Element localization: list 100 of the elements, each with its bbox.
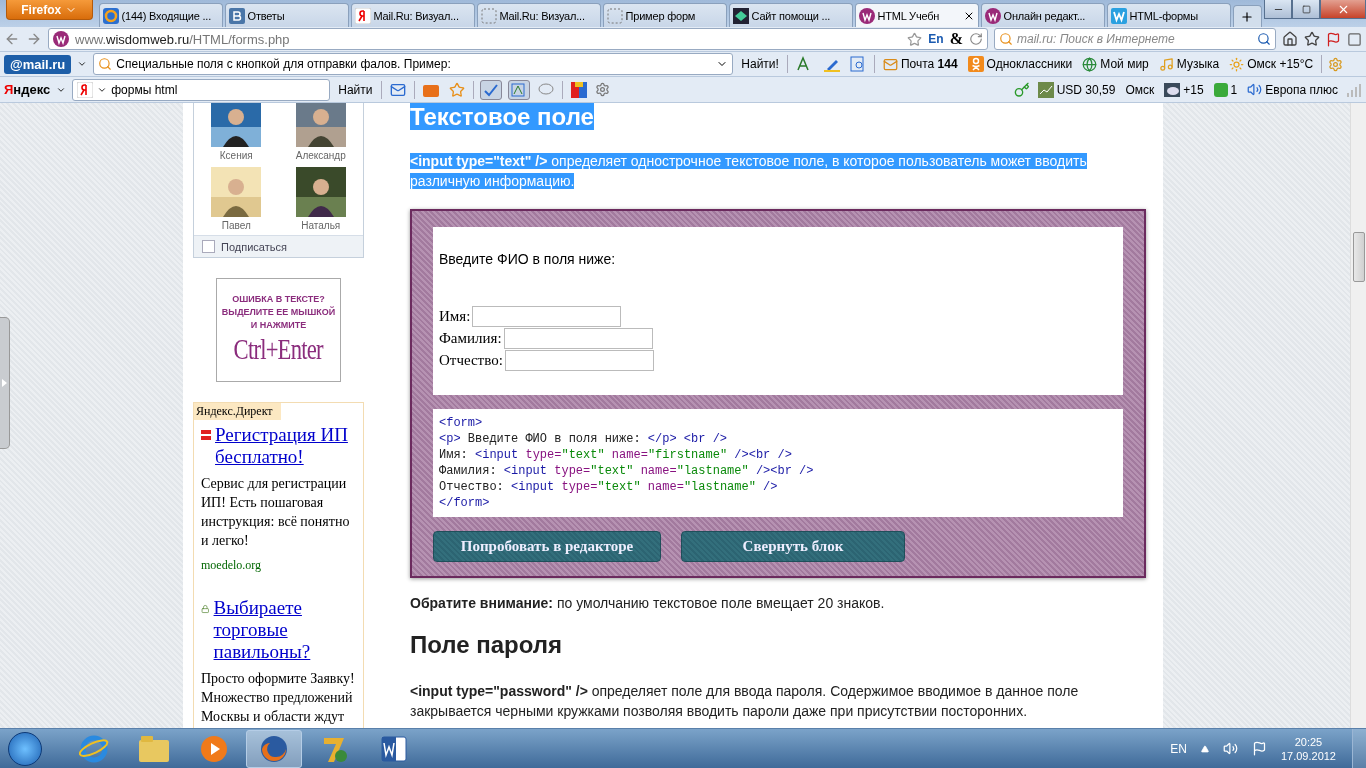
site-logo-icon bbox=[732, 7, 749, 24]
ad-link[interactable]: Выбираете торговые павильоны? bbox=[213, 597, 357, 663]
mail-search-field[interactable]: Специальные поля с кнопкой для отправки фалов. Пример: bbox=[93, 53, 734, 75]
toolbar-widget[interactable]: 1 bbox=[1211, 82, 1240, 97]
reload-icon[interactable] bbox=[969, 32, 983, 46]
toolbar-widget[interactable]: Европа плюс bbox=[1245, 82, 1340, 97]
yandex-search-field[interactable]: формы html bbox=[72, 78, 331, 101]
browser-tab[interactable]: HTML Учебн bbox=[854, 3, 979, 27]
minimize-button[interactable] bbox=[1264, 0, 1293, 19]
word-logo-icon bbox=[379, 733, 409, 764]
network-flag-icon[interactable] bbox=[1251, 741, 1267, 756]
find-button[interactable]: Найти bbox=[336, 82, 375, 97]
note-paragraph: Обратите внимание: по умолчанию текстовое поле вмещает 20 знаков. bbox=[410, 594, 886, 613]
code-line: Имя: <input type="text" name="firstname" /><br /> bbox=[439, 447, 793, 463]
settings-icon[interactable] bbox=[1328, 56, 1344, 72]
checkbox[interactable] bbox=[202, 240, 215, 253]
envelope-icon bbox=[882, 56, 898, 72]
show-desktop-button[interactable] bbox=[1352, 728, 1366, 768]
start-button[interactable] bbox=[8, 731, 42, 766]
find-button[interactable]: Найти! bbox=[739, 57, 781, 71]
friend-name[interactable]: Наталья bbox=[301, 220, 341, 231]
new-tab-button[interactable] bbox=[1232, 5, 1263, 27]
section-heading: Текстовое поле bbox=[410, 103, 594, 130]
comment-button[interactable] bbox=[535, 82, 556, 97]
ad-block-label: Яндекс.Директ bbox=[194, 403, 281, 420]
message-icon bbox=[1213, 82, 1228, 97]
dropdown-icon[interactable] bbox=[77, 59, 88, 69]
clock[interactable]: 20:25 17.09.2012 bbox=[1280, 734, 1336, 763]
volume-icon[interactable] bbox=[1222, 741, 1238, 756]
toolbar-link[interactable]: Музыка bbox=[1156, 56, 1222, 72]
ad-link[interactable]: Регистрация ИП бесплатно! bbox=[215, 424, 357, 468]
text-field[interactable] bbox=[503, 327, 653, 349]
error-report-banner[interactable]: ОШИБКА В ТЕКСТЕ? ВЫДЕЛИТЕ ЕЕ МЫШКОЙ И НАЖМИТЕ Ctrl+Enter bbox=[216, 278, 341, 382]
search-field[interactable]: mail.ru: Поиск в Интернете bbox=[994, 28, 1276, 50]
addon-icon[interactable] bbox=[1347, 31, 1362, 47]
forward-icon[interactable] bbox=[26, 31, 42, 47]
close-button[interactable] bbox=[1320, 0, 1366, 19]
wisdom-logo-icon bbox=[984, 7, 1001, 24]
example-button[interactable]: Свернуть блок bbox=[681, 531, 905, 562]
toolbar-link[interactable]: Одноклассники bbox=[965, 56, 1075, 72]
toolbar-link[interactable]: Омск +15°C bbox=[1227, 56, 1316, 72]
bookmark-star-icon[interactable] bbox=[907, 31, 923, 47]
play-icon bbox=[200, 734, 228, 763]
browser-tab[interactable]: Пример форм bbox=[602, 3, 727, 27]
friend-name[interactable]: Павел bbox=[221, 220, 251, 231]
banner-text: И НАЖМИТЕ bbox=[250, 320, 307, 330]
ad-domain[interactable]: moedelo.org bbox=[201, 558, 357, 573]
bookmarks-icon[interactable] bbox=[1304, 31, 1320, 47]
ad-text: Сервис для регистрации ИП! Есть пошаговая инструкция: всё понятно и легко! bbox=[201, 475, 351, 550]
maximize-icon bbox=[1301, 4, 1311, 14]
browser-tab[interactable]: Ответы bbox=[224, 3, 349, 27]
example-button[interactable]: Попробовать в редакторе bbox=[433, 531, 661, 562]
sun-icon bbox=[1229, 56, 1245, 72]
home-icon[interactable] bbox=[1282, 31, 1298, 47]
browser-tab[interactable]: Сайт помощи ... bbox=[728, 3, 853, 27]
addon-button[interactable]: & bbox=[949, 30, 963, 48]
sidebar-handle[interactable] bbox=[0, 317, 10, 449]
language-indicator[interactable]: EN bbox=[1170, 741, 1187, 756]
language-button[interactable]: En bbox=[928, 32, 944, 46]
back-icon[interactable] bbox=[4, 31, 20, 47]
field-label: Отчество: bbox=[439, 351, 503, 369]
speaker-icon bbox=[1247, 82, 1263, 97]
cube-button[interactable] bbox=[568, 81, 589, 98]
address-field[interactable]: www.wisdomweb.ru/HTML/forms.php En & bbox=[48, 28, 988, 50]
signal-icon bbox=[1346, 82, 1362, 97]
toolbar-widget[interactable]: USD 30,59 bbox=[1035, 81, 1118, 98]
text-field[interactable] bbox=[504, 349, 654, 371]
text-field[interactable] bbox=[472, 305, 622, 327]
yandex-logo-icon bbox=[354, 7, 371, 24]
toolbar-link[interactable]: Мой мир bbox=[1080, 56, 1151, 72]
friend-name[interactable]: Александр bbox=[295, 150, 346, 161]
scrollbar[interactable] bbox=[1350, 103, 1366, 728]
spellcheck-button[interactable] bbox=[479, 79, 502, 100]
code-line: Отчество: <input type="text" name="lastname" /> bbox=[439, 479, 779, 495]
toolbar-widget[interactable]: +15 bbox=[1162, 82, 1206, 97]
maximize-button[interactable] bbox=[1292, 0, 1321, 19]
banner-text: ВЫДЕЛИТЕ ЕЕ МЫШКОЙ bbox=[221, 307, 336, 317]
browser-tab[interactable]: HTML-формы bbox=[1106, 3, 1231, 27]
friend-name[interactable]: Ксения bbox=[219, 150, 253, 161]
key-icon[interactable] bbox=[1013, 81, 1030, 98]
browser-tab[interactable]: (144) Входящие ... bbox=[98, 3, 223, 27]
translate-button[interactable] bbox=[507, 79, 530, 100]
blank-page-icon bbox=[480, 7, 497, 24]
taskbar-app[interactable] bbox=[246, 729, 302, 768]
flag-icon[interactable] bbox=[1326, 31, 1341, 47]
mail-ru-logo[interactable]: @mail.ru bbox=[4, 54, 72, 74]
tray-expand-icon[interactable] bbox=[1200, 744, 1209, 753]
browser-tab[interactable]: Mail.Ru: Визуал... bbox=[476, 3, 601, 27]
code-line: <p> Введите ФИО в поля ниже: </p> <br /> bbox=[439, 431, 729, 447]
yandex-logo[interactable]: Яндекс bbox=[4, 82, 51, 97]
browser-tab[interactable]: Mail.Ru: Визуал... bbox=[350, 3, 475, 27]
settings-icon[interactable] bbox=[594, 82, 610, 97]
cloud-icon bbox=[1164, 82, 1181, 97]
wisdom-logo-icon bbox=[858, 7, 875, 24]
word-logo-icon bbox=[1110, 7, 1127, 24]
browser-tab[interactable]: Онлайн редакт... bbox=[980, 3, 1105, 27]
search-icon bbox=[1257, 32, 1271, 46]
music-note-icon bbox=[1158, 56, 1174, 72]
toolbar-widget[interactable]: Омск bbox=[1123, 82, 1157, 97]
toolbar-link[interactable]: Почта 144 bbox=[880, 56, 960, 72]
